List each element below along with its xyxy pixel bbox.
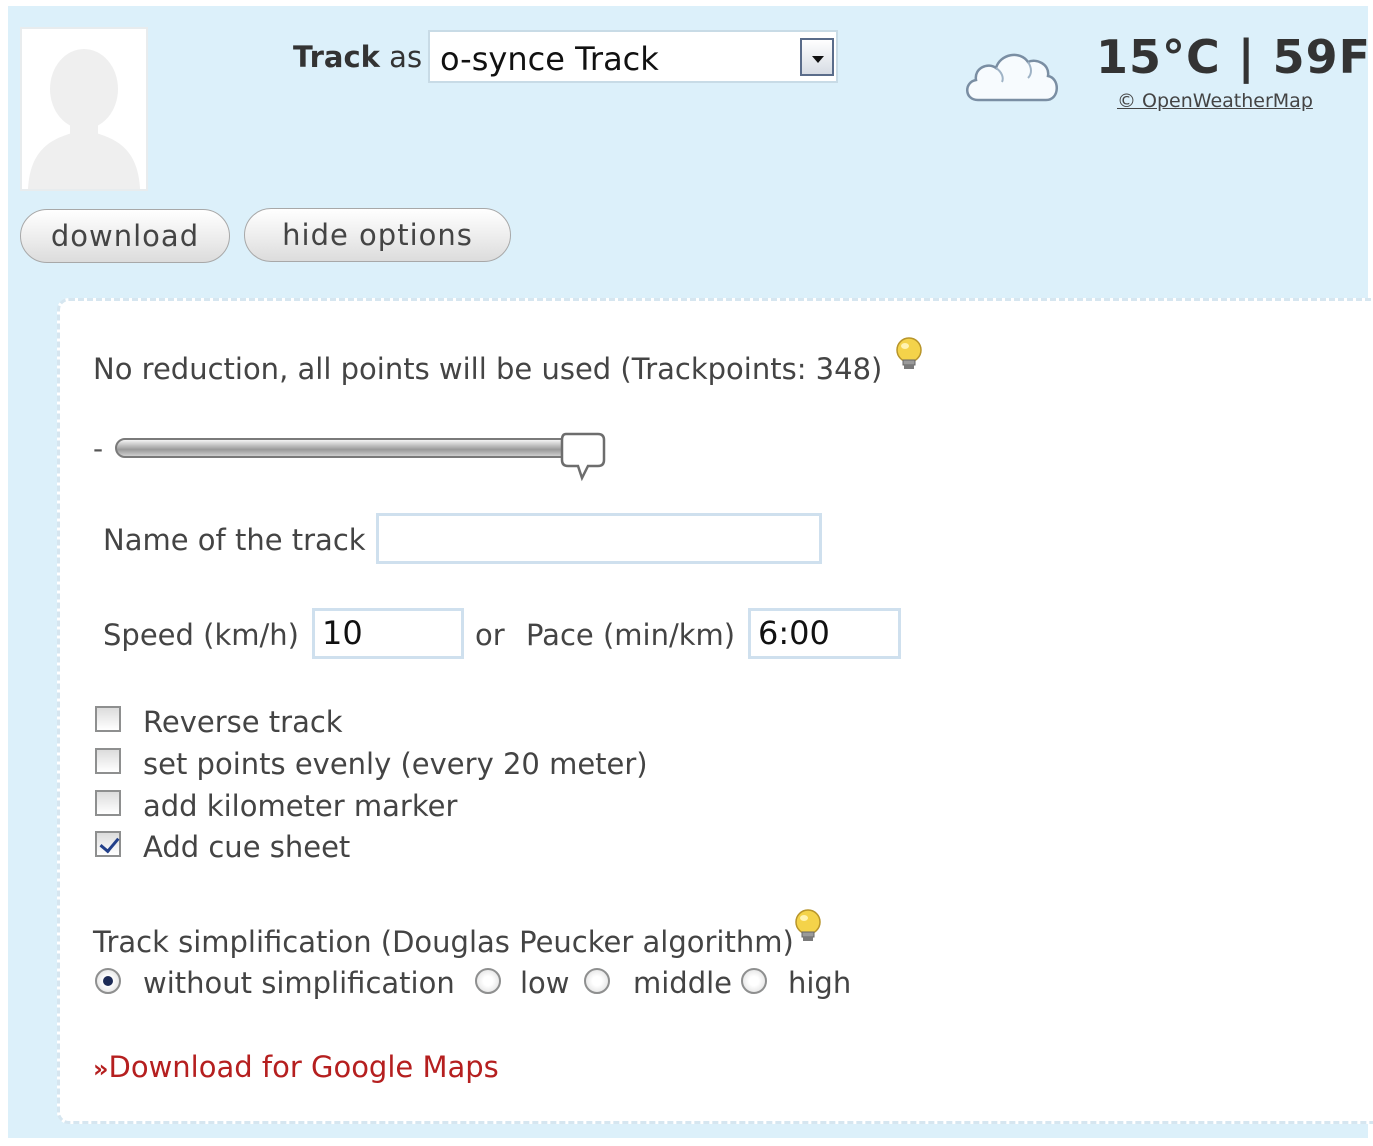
kilometer-marker-checkbox[interactable] <box>95 790 121 816</box>
set-points-evenly-checkbox[interactable] <box>95 748 121 774</box>
set-points-evenly-label: set points evenly (every 20 meter) <box>143 747 648 781</box>
hide-options-button[interactable]: hide options <box>244 208 511 262</box>
simplification-middle-radio[interactable] <box>584 968 610 994</box>
openweathermap-credit-link[interactable]: © OpenWeatherMap <box>1117 90 1313 112</box>
track-type-selected-value: o-synce Track <box>440 40 659 78</box>
speed-input[interactable]: 10 <box>312 608 464 659</box>
cloud-icon <box>966 53 1058 102</box>
temperature-readout: 15°C | 59F <box>1096 30 1372 84</box>
lightbulb-hint-icon[interactable] <box>893 337 925 373</box>
reduction-status-text: No reduction, all points will be used (T… <box>93 352 883 386</box>
pace-label: Pace (min/km) <box>526 618 736 652</box>
simplification-high-label: high <box>788 966 852 1000</box>
lightbulb-hint-icon[interactable] <box>792 909 824 945</box>
simplification-low-label: low <box>520 966 570 1000</box>
or-label: or <box>475 618 505 652</box>
user-silhouette-icon <box>28 49 140 189</box>
download-google-maps-link[interactable]: »Download for Google Maps <box>93 1050 499 1084</box>
track-as-label: Track as <box>293 40 423 74</box>
simplification-middle-label: middle <box>633 966 733 1000</box>
simplification-none-label: without simplification <box>143 966 455 1000</box>
simplification-low-radio[interactable] <box>475 968 501 994</box>
download-button[interactable]: download <box>20 209 230 263</box>
slider-handle[interactable] <box>560 432 606 482</box>
reverse-track-checkbox[interactable] <box>95 706 121 732</box>
kilometer-marker-label: add kilometer marker <box>143 789 458 823</box>
simplification-none-radio[interactable] <box>95 968 121 994</box>
reverse-track-label: Reverse track <box>143 705 343 739</box>
chevron-down-icon[interactable] <box>800 38 834 76</box>
double-chevron-right-icon: » <box>93 1055 109 1083</box>
avatar[interactable] <box>20 27 148 191</box>
track-type-select[interactable]: o-synce Track <box>428 30 838 83</box>
track-name-input[interactable] <box>376 513 822 564</box>
speed-label: Speed (km/h) <box>103 618 299 652</box>
track-name-label: Name of the track <box>103 523 366 557</box>
slider-minus-label: - <box>93 432 104 465</box>
pace-input[interactable]: 6:00 <box>748 608 901 659</box>
cue-sheet-checkbox[interactable] <box>95 831 121 857</box>
cue-sheet-label: Add cue sheet <box>143 830 351 864</box>
simplification-high-radio[interactable] <box>741 968 767 994</box>
simplification-label: Track simplification (Douglas Peucker al… <box>93 925 794 959</box>
reduction-slider-track[interactable] <box>115 438 585 458</box>
